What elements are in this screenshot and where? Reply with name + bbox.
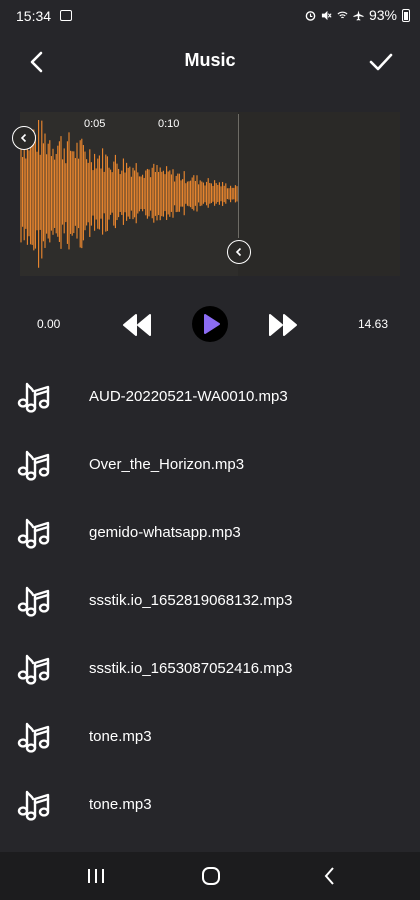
- recent-apps-icon[interactable]: [82, 864, 110, 888]
- check-icon[interactable]: [366, 48, 396, 76]
- play-icon: [204, 314, 220, 334]
- end-time: 14.63: [357, 317, 388, 331]
- list-item[interactable]: ssstik.io_1653087052416.mp3: [0, 634, 420, 702]
- gallery-icon: [60, 10, 72, 21]
- track-name: tone.mp3: [89, 728, 152, 745]
- fast-forward-icon[interactable]: [268, 313, 298, 337]
- track-name: AUD-20220521-WA0010.mp3: [89, 388, 288, 405]
- waveform: [20, 119, 238, 268]
- music-note-icon: [17, 450, 50, 481]
- track-name: ssstik.io_1652819068132.mp3: [89, 592, 293, 609]
- list-item[interactable]: tone.mp3: [0, 702, 420, 770]
- track-list: AUD-20220521-WA0010.mp3 Over_the_Horizon…: [0, 362, 420, 838]
- trim-end-handle[interactable]: [227, 240, 251, 264]
- music-note-icon: [17, 382, 50, 413]
- status-icons: 93%: [305, 7, 410, 23]
- battery-percent: 93%: [368, 7, 397, 23]
- chevron-left-icon: [20, 133, 27, 143]
- list-item[interactable]: tone.mp3: [0, 770, 420, 838]
- track-name: Over_the_Horizon.mp3: [89, 456, 245, 473]
- music-note-icon: [17, 654, 50, 685]
- chevron-left-icon: [235, 247, 242, 257]
- track-name: tone.mp3: [89, 796, 152, 813]
- play-button[interactable]: [192, 306, 228, 342]
- header: Music: [0, 38, 420, 84]
- music-note-icon: [17, 586, 50, 617]
- trim-end-line: [238, 114, 239, 238]
- start-time: 0.00: [37, 317, 61, 331]
- list-item[interactable]: ssstik.io_1652819068132.mp3: [0, 566, 420, 634]
- music-note-icon: [17, 722, 50, 753]
- status-bar: 15:34 93%: [0, 0, 420, 32]
- tick-label-5s: 0:05: [84, 118, 106, 130]
- tick-label-10s: 0:10: [158, 118, 180, 130]
- wifi-icon: [337, 11, 348, 18]
- airplane-icon: [353, 9, 364, 21]
- list-item[interactable]: gemido-whatsapp.mp3: [0, 498, 420, 566]
- waveform-unselected-region: [238, 112, 400, 276]
- system-nav-bar: [0, 852, 420, 900]
- home-icon[interactable]: [197, 864, 225, 888]
- track-name: ssstik.io_1653087052416.mp3: [89, 660, 293, 677]
- list-item[interactable]: Over_the_Horizon.mp3: [0, 430, 420, 498]
- mute-icon: [321, 10, 332, 20]
- alarm-icon: [305, 10, 316, 21]
- rewind-icon[interactable]: [122, 313, 152, 337]
- trim-start-handle[interactable]: [12, 126, 36, 150]
- track-name: gemido-whatsapp.mp3: [89, 524, 241, 541]
- back-icon[interactable]: [316, 864, 344, 888]
- battery-icon: [402, 8, 410, 22]
- list-item[interactable]: AUD-20220521-WA0010.mp3: [0, 362, 420, 430]
- music-note-icon: [17, 790, 50, 821]
- status-time: 15:34: [16, 8, 52, 24]
- page-title: Music: [184, 50, 236, 70]
- music-note-icon: [17, 518, 50, 549]
